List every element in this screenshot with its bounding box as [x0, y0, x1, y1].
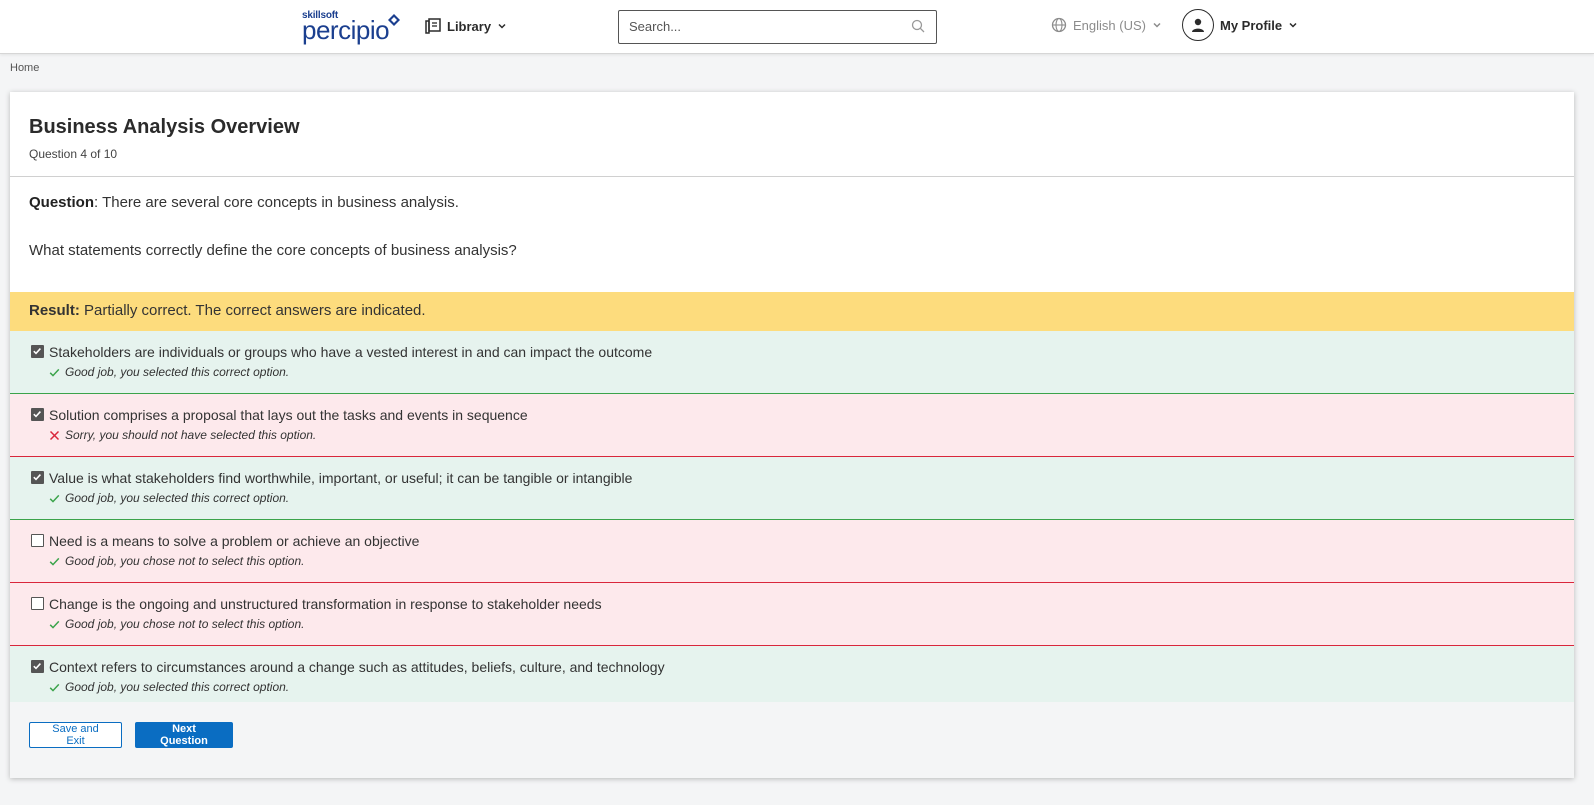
- question-prompt: What statements correctly define the cor…: [29, 242, 517, 259]
- result-banner: Result: Partially correct. The correct a…: [10, 292, 1574, 331]
- search-box[interactable]: [618, 10, 937, 44]
- check-icon: [49, 557, 60, 566]
- logo-percipio-text: percipio: [302, 15, 390, 45]
- chevron-down-icon: [1289, 22, 1297, 28]
- user-icon: [1192, 18, 1204, 32]
- option-feedback: Good job, you selected this correct opti…: [49, 491, 289, 505]
- top-navigation-bar: skillsoft percipio Library E: [0, 0, 1594, 54]
- option-checkbox[interactable]: [31, 408, 44, 421]
- logo-diamond-icon: [388, 14, 400, 26]
- feedback-text: Good job, you selected this correct opti…: [65, 491, 290, 505]
- question-body: : There are several core concepts in bus…: [94, 194, 459, 211]
- profile-menu-button[interactable]: My Profile: [1182, 9, 1298, 41]
- feedback-text: Good job, you chose not to select this o…: [65, 554, 305, 568]
- feedback-text: Good job, you selected this correct opti…: [65, 680, 290, 694]
- result-label: Result:: [29, 302, 80, 319]
- assessment-header: Business Analysis Overview Question 4 of…: [10, 92, 1574, 177]
- option-feedback: Good job, you selected this correct opti…: [49, 365, 289, 379]
- assessment-card: Business Analysis Overview Question 4 of…: [10, 92, 1574, 778]
- checkmark-icon: [33, 348, 41, 355]
- next-question-button[interactable]: Next Question: [135, 722, 233, 748]
- option-checkbox[interactable]: [31, 597, 44, 610]
- globe-icon: [1051, 17, 1067, 33]
- chevron-down-icon: [1153, 22, 1161, 28]
- option-checkbox[interactable]: [31, 660, 44, 673]
- option-checkbox[interactable]: [31, 534, 44, 547]
- option-text: Need is a means to solve a problem or ac…: [49, 533, 420, 549]
- answer-option: Context refers to circumstances around a…: [10, 646, 1574, 709]
- option-text: Context refers to circumstances around a…: [49, 659, 665, 675]
- check-icon: [49, 494, 60, 503]
- answer-option: Change is the ongoing and unstructured t…: [10, 583, 1574, 646]
- chevron-down-icon: [498, 23, 506, 29]
- language-selector[interactable]: English (US): [1051, 17, 1162, 33]
- page-title: Business Analysis Overview: [29, 116, 300, 138]
- checkmark-icon: [33, 663, 41, 670]
- language-label: English (US): [1073, 17, 1146, 33]
- result-text: Result: Partially correct. The correct a…: [29, 302, 426, 319]
- option-feedback: Sorry, you should not have selected this…: [49, 428, 316, 442]
- option-text: Solution comprises a proposal that lays …: [49, 407, 528, 423]
- question-text: Question: There are several core concept…: [29, 194, 459, 211]
- save-and-exit-button[interactable]: Save and Exit: [29, 722, 122, 748]
- search-icon[interactable]: [911, 19, 926, 34]
- profile-label: My Profile: [1220, 17, 1283, 33]
- answer-option: Need is a means to solve a problem or ac…: [10, 520, 1574, 583]
- checkmark-icon: [33, 474, 41, 481]
- feedback-text: Sorry, you should not have selected this…: [65, 428, 317, 442]
- option-feedback: Good job, you selected this correct opti…: [49, 680, 289, 694]
- check-icon: [49, 683, 60, 692]
- assessment-footer: Save and Exit Next Question: [10, 702, 1574, 778]
- answer-option: Value is what stakeholders find worthwhi…: [10, 457, 1574, 520]
- option-text: Stakeholders are individuals or groups w…: [49, 344, 653, 360]
- question-counter: Question 4 of 10: [29, 147, 118, 161]
- feedback-text: Good job, you selected this correct opti…: [65, 365, 290, 379]
- result-message: Partially correct. The correct answers a…: [79, 302, 426, 319]
- check-icon: [49, 620, 60, 629]
- x-icon: [49, 430, 60, 440]
- option-text: Value is what stakeholders find worthwhi…: [49, 470, 633, 486]
- answer-option: Solution comprises a proposal that lays …: [10, 394, 1574, 457]
- option-text: Change is the ongoing and unstructured t…: [49, 596, 602, 612]
- option-feedback: Good job, you chose not to select this o…: [49, 617, 304, 631]
- search-input[interactable]: [629, 19, 899, 34]
- question-label: Question: [29, 194, 95, 211]
- feedback-text: Good job, you chose not to select this o…: [65, 617, 305, 631]
- library-menu-button[interactable]: Library: [425, 15, 507, 37]
- option-checkbox[interactable]: [31, 471, 44, 484]
- check-icon: [49, 368, 60, 377]
- library-icon: [425, 18, 441, 34]
- avatar: [1182, 9, 1214, 41]
- answer-options-list: Stakeholders are individuals or groups w…: [10, 331, 1574, 709]
- percipio-logo[interactable]: skillsoft percipio: [302, 10, 402, 45]
- option-checkbox[interactable]: [31, 345, 44, 358]
- option-feedback: Good job, you chose not to select this o…: [49, 554, 304, 568]
- answer-option: Stakeholders are individuals or groups w…: [10, 331, 1574, 394]
- library-label: Library: [447, 18, 492, 34]
- breadcrumb-home[interactable]: Home: [10, 62, 39, 74]
- checkmark-icon: [33, 411, 41, 418]
